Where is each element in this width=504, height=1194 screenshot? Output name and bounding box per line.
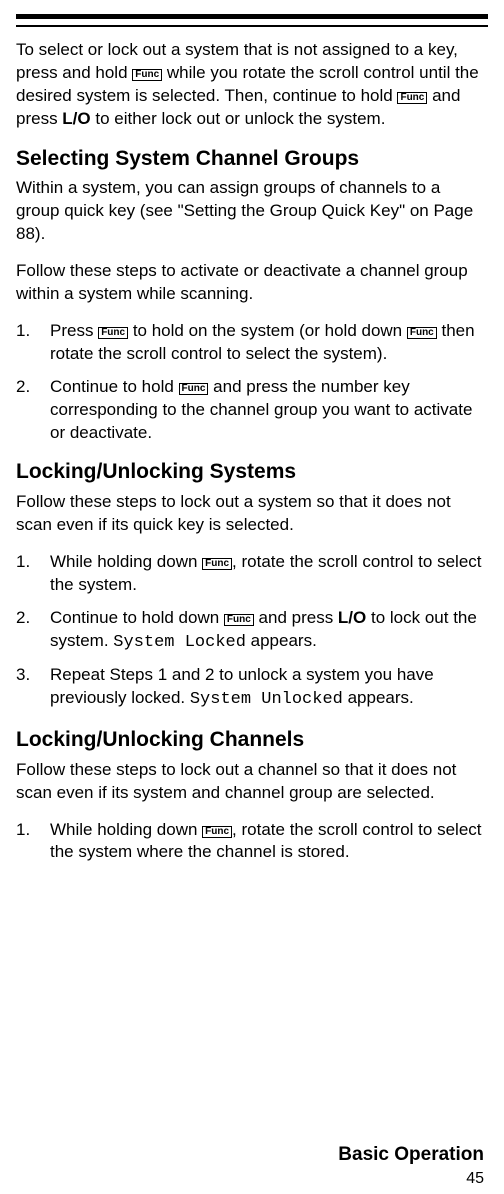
paragraph: Follow these steps to activate or deacti… (16, 260, 488, 306)
section-title: Basic Operation (338, 1142, 484, 1168)
text: While holding down (50, 552, 202, 571)
func-icon: Func (98, 327, 128, 340)
list-item: 1. While holding down Func, rotate the s… (16, 551, 488, 597)
step-number: 2. (16, 376, 50, 445)
step-number: 1. (16, 320, 50, 366)
text: Continue to hold (50, 377, 179, 396)
text: and press (259, 608, 338, 627)
rule-thick (16, 14, 488, 19)
step-number: 1. (16, 551, 50, 597)
list-item: 1. While holding down Func, rotate the s… (16, 819, 488, 865)
func-icon: Func (397, 92, 427, 105)
paragraph: Follow these steps to lock out a channel… (16, 759, 488, 805)
list-item: 3. Repeat Steps 1 and 2 to unlock a syst… (16, 664, 488, 712)
step-text: Continue to hold down Func and press L/O… (50, 607, 488, 655)
func-icon: Func (407, 327, 437, 340)
step-number: 2. (16, 607, 50, 655)
heading-selecting-groups: Selecting System Channel Groups (16, 145, 488, 173)
steps-list-2: 1. While holding down Func, rotate the s… (16, 551, 488, 713)
code-text: System Locked (113, 633, 246, 652)
paragraph: Within a system, you can assign groups o… (16, 177, 488, 246)
paragraph: Follow these steps to lock out a system … (16, 491, 488, 537)
text: to hold on the system (or hold down (133, 321, 407, 340)
rule-thin (16, 25, 488, 27)
heading-locking-systems: Locking/Unlocking Systems (16, 458, 488, 486)
key-lo: L/O (62, 109, 90, 128)
code-text: System Unlocked (190, 690, 343, 709)
step-text: While holding down Func, rotate the scro… (50, 551, 488, 597)
step-text: Repeat Steps 1 and 2 to unlock a system … (50, 664, 488, 712)
func-icon: Func (202, 558, 232, 571)
key-lo: L/O (338, 608, 366, 627)
text: to either lock out or unlock the system. (91, 109, 386, 128)
page-number: 45 (466, 1168, 484, 1190)
steps-list-3: 1. While holding down Func, rotate the s… (16, 819, 488, 865)
step-number: 1. (16, 819, 50, 865)
step-text: While holding down Func, rotate the scro… (50, 819, 488, 865)
func-icon: Func (224, 614, 254, 627)
text: Continue to hold down (50, 608, 224, 627)
paragraph-intro: To select or lock out a system that is n… (16, 39, 488, 131)
text: Press (50, 321, 98, 340)
text: appears. (343, 688, 414, 707)
func-icon: Func (202, 826, 232, 839)
list-item: 2. Continue to hold down Func and press … (16, 607, 488, 655)
heading-locking-channels: Locking/Unlocking Channels (16, 726, 488, 754)
func-icon: Func (179, 383, 209, 396)
list-item: 2. Continue to hold Func and press the n… (16, 376, 488, 445)
step-text: Continue to hold Func and press the numb… (50, 376, 488, 445)
list-item: 1. Press Func to hold on the system (or … (16, 320, 488, 366)
step-text: Press Func to hold on the system (or hol… (50, 320, 488, 366)
text: appears. (246, 631, 317, 650)
steps-list-1: 1. Press Func to hold on the system (or … (16, 320, 488, 445)
func-icon: Func (132, 69, 162, 82)
step-number: 3. (16, 664, 50, 712)
text: While holding down (50, 820, 202, 839)
